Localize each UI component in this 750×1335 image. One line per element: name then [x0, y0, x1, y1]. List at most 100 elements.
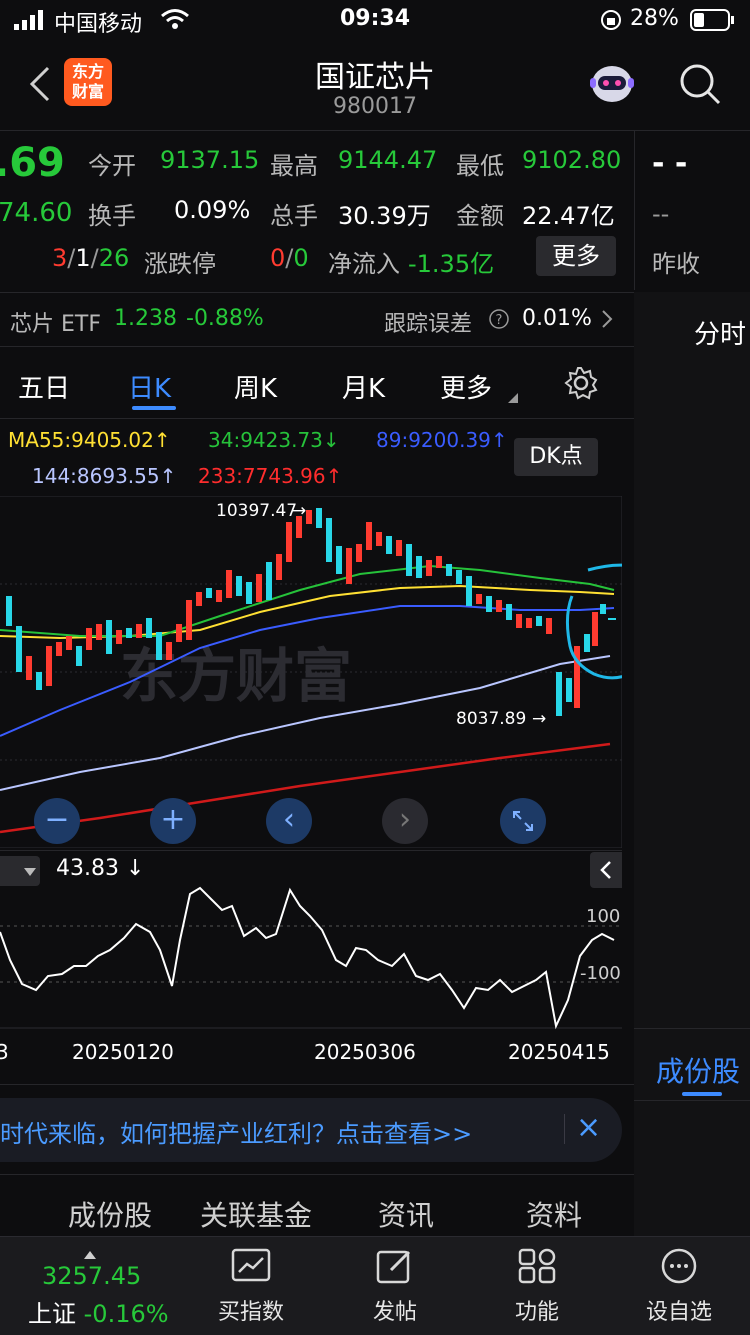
zoom-out-button[interactable]: −: [34, 798, 80, 844]
volume-label: 总手: [270, 202, 318, 230]
nav-add-watchlist[interactable]: 设自选: [624, 1248, 734, 1326]
limit-up-count: 0: [270, 244, 286, 272]
indicator-chart[interactable]: 100 -100: [0, 880, 622, 1030]
limit-count: 0/0: [270, 244, 309, 272]
tab-news[interactable]: 资讯: [378, 1194, 434, 1234]
ma34-value: 34:9423.73: [208, 428, 323, 452]
netflow-label: 净流入: [328, 250, 400, 278]
turnover-value: 0.09%: [174, 196, 251, 224]
high-label: 最高: [270, 152, 318, 180]
high-price-arrow: →: [292, 501, 306, 521]
tab-profile[interactable]: 资料: [526, 1194, 582, 1234]
index-value[interactable]: 3257.45: [42, 1262, 141, 1290]
tab-daily-k[interactable]: 日K: [128, 368, 171, 405]
high-value: 9144.47: [338, 146, 438, 174]
pan-right-button[interactable]: ›: [382, 798, 428, 844]
nav-functions-label: 功能: [514, 1300, 559, 1325]
tab-related-funds[interactable]: 关联基金: [200, 1194, 312, 1234]
right-dash-2: --: [652, 200, 670, 228]
date-label-3: 20250415: [508, 1040, 610, 1064]
tracking-value: 0.01%: [522, 306, 592, 331]
wifi-icon: [160, 8, 190, 36]
ma144-label: 144:8693.55↑: [32, 464, 176, 488]
open-label: 今开: [88, 152, 136, 180]
tab-components[interactable]: 成份股: [68, 1194, 152, 1234]
svg-text:?: ?: [496, 313, 503, 328]
indicator-line: [0, 886, 615, 1030]
limit-label: 涨跌停: [144, 250, 216, 278]
ma233-arrow: ↑: [325, 464, 343, 488]
tab-five-day[interactable]: 五日: [18, 368, 70, 405]
clock: 09:34: [340, 6, 411, 31]
pan-left-button[interactable]: ‹: [266, 798, 312, 844]
chart-trend-icon: [231, 1248, 271, 1282]
indicator-level-top: 100: [586, 906, 620, 927]
etf-price: 1.238: [114, 306, 177, 331]
tab-more[interactable]: 更多: [440, 368, 492, 405]
more-button[interactable]: 更多: [536, 236, 616, 276]
side-tab-indicator: [682, 1092, 722, 1096]
amount-value: 22.47亿: [522, 202, 615, 230]
date-label-0: 3: [0, 1040, 9, 1064]
chevron-right-icon[interactable]: [600, 308, 614, 334]
battery-icon: [690, 9, 736, 37]
ma89-arrow: ↑: [490, 428, 508, 452]
expand-up-icon[interactable]: [84, 1244, 96, 1263]
high-price-label: 10397.47: [216, 501, 297, 521]
close-icon[interactable]: ×: [576, 1110, 601, 1145]
ma89-label: 89:9200.39↑: [376, 428, 508, 452]
help-icon[interactable]: ?: [488, 308, 510, 334]
netflow-value: -1.35亿: [408, 250, 495, 278]
tab-active-indicator: [132, 406, 176, 410]
tab-weekly-k[interactable]: 周K: [234, 368, 277, 405]
zoom-in-button[interactable]: +: [150, 798, 196, 844]
index-change: -0.16%: [83, 1300, 169, 1328]
nav-post[interactable]: 发帖: [340, 1248, 450, 1326]
indicator-arrow: ↓: [125, 856, 145, 881]
more-dots-icon: [661, 1248, 697, 1284]
chart-watermark: 东方财富: [120, 642, 352, 710]
date-label-2: 20250306: [314, 1040, 416, 1064]
price-change: 74.60: [0, 198, 73, 228]
flat-count: 1: [75, 244, 91, 272]
fullscreen-button[interactable]: [500, 798, 546, 844]
dk-point-button[interactable]: DK点: [514, 438, 598, 476]
edit-icon: [376, 1250, 411, 1284]
tab-monthly-k[interactable]: 月K: [342, 368, 385, 405]
tab-components-side[interactable]: 成份股: [656, 1050, 740, 1090]
low-label: 最低: [456, 152, 504, 180]
turnover-label: 换手: [88, 202, 136, 230]
ma144-value: 144:8693.55: [32, 464, 160, 488]
ma144-arrow: ↑: [159, 464, 177, 488]
up-count: 3: [52, 244, 68, 272]
etf-name[interactable]: 芯片 ETF: [10, 306, 101, 338]
indicator-level-bottom: -100: [580, 963, 621, 984]
tracking-label: 跟踪误差: [384, 312, 473, 337]
kline-chart[interactable]: 东方财富 10397.47 → 8037.89 →: [0, 496, 622, 848]
ma34-arrow: ↓: [322, 428, 340, 452]
ma89-value: 89:9200.39: [376, 428, 491, 452]
ma55-value: MA55:9405.02: [8, 428, 154, 452]
promo-text: 时代来临，如何把握产业红利？点击查看>>: [0, 1120, 473, 1148]
dk-point-label: DK点: [529, 444, 583, 469]
gear-icon[interactable]: [564, 366, 598, 404]
carrier-label: 中国移动: [54, 12, 143, 37]
index-info[interactable]: 上证 -0.16%: [28, 1294, 169, 1329]
nav-add-watchlist-label: 设自选: [645, 1300, 712, 1325]
right-dash: - -: [652, 146, 688, 181]
robot-assistant-icon[interactable]: [588, 62, 636, 110]
nav-functions[interactable]: 功能: [482, 1248, 592, 1326]
search-icon[interactable]: [678, 62, 722, 110]
low-price-label: 8037.89: [456, 709, 526, 729]
indicator-number: 43.83: [56, 856, 119, 881]
dropdown-corner-icon: [508, 388, 518, 407]
signal-icon: [14, 10, 48, 36]
nav-buy-index[interactable]: 买指数: [196, 1248, 306, 1326]
tab-intraday[interactable]: 分时: [694, 314, 746, 351]
promo-banner[interactable]: 时代来临，如何把握产业红利？点击查看>> ×: [0, 1098, 622, 1162]
date-label-1: 20250120: [72, 1040, 174, 1064]
ma55-arrow: ↑: [153, 428, 171, 452]
stock-code: 980017: [333, 94, 417, 119]
index-name: 上证: [28, 1300, 76, 1328]
ma34-label: 34:9423.73↓: [208, 428, 340, 452]
